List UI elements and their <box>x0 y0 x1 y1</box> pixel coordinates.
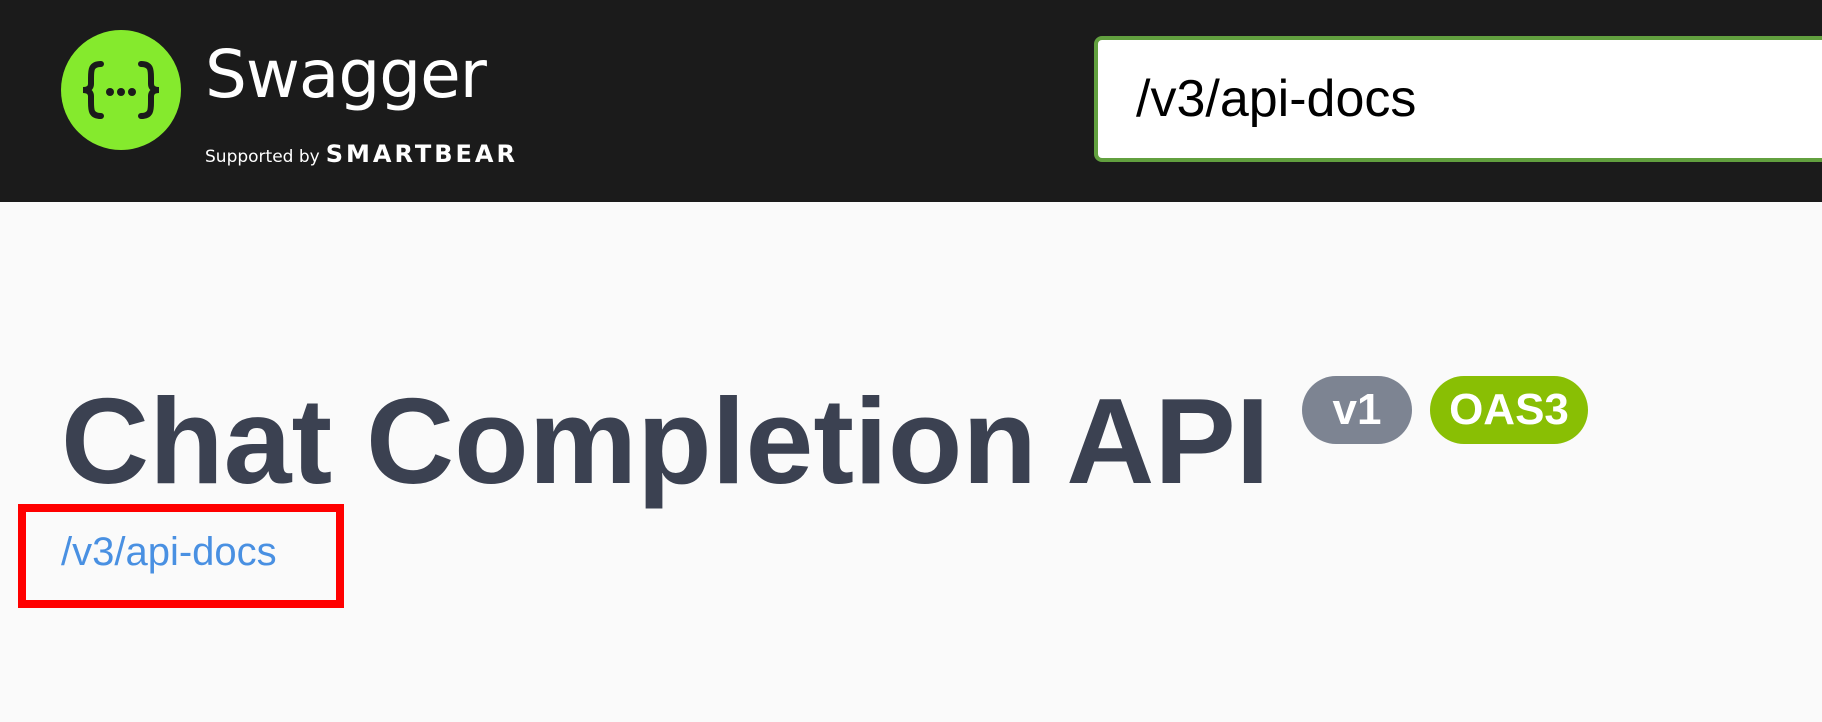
topbar: Swagger Supported by SMARTBEAR <box>0 0 1822 202</box>
version-badge: v1 <box>1302 376 1412 444</box>
info-section: Chat Completion API v1 OAS3 /v3/api-docs <box>0 202 1822 722</box>
brand-subtitle: Supported by SMARTBEAR <box>205 140 518 168</box>
smartbear-text: SMARTBEAR <box>325 140 518 168</box>
supported-by-text: Supported by <box>205 147 320 167</box>
spec-url-link[interactable]: /v3/api-docs <box>61 530 277 575</box>
swagger-braces-icon <box>61 30 181 150</box>
swagger-logo-link[interactable]: Swagger Supported by SMARTBEAR <box>61 30 551 172</box>
oas-badge: OAS3 <box>1430 376 1588 444</box>
page-title: Chat Completion API <box>61 373 1270 509</box>
spec-url-input[interactable] <box>1094 36 1822 162</box>
brand-name: Swagger <box>205 36 487 113</box>
